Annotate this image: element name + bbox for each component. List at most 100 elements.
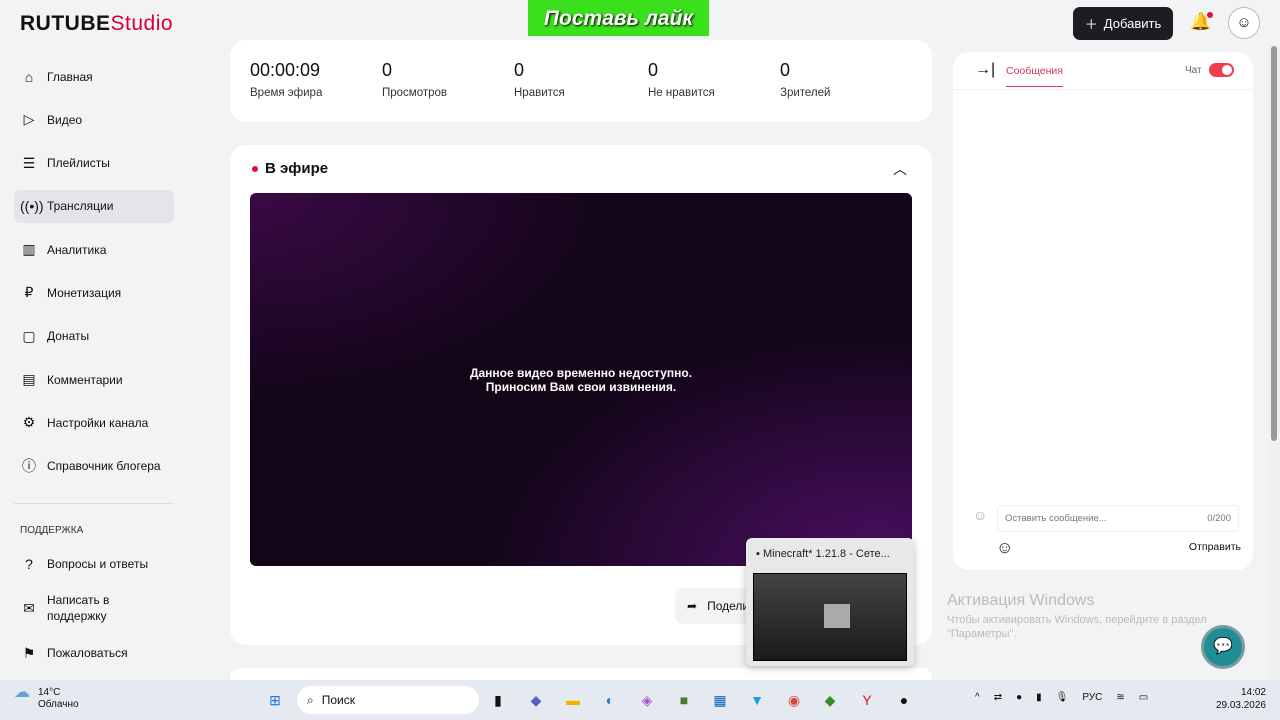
label: Плейлисты: [47, 156, 110, 171]
sidebar-item-broadcasts[interactable]: ((•)) Трансляции: [14, 189, 174, 223]
support-chat-button[interactable]: 💬: [1201, 625, 1245, 669]
label: Комментарии: [47, 372, 123, 387]
label: Видео: [47, 112, 83, 127]
stat-value: 0: [514, 60, 525, 80]
stat-value: 0: [648, 60, 659, 80]
avatar[interactable]: ☺: [1228, 7, 1260, 39]
yandex-browser-icon[interactable]: Y: [855, 688, 879, 712]
watermark-title: Активация Windows: [947, 592, 1095, 609]
chrome-icon[interactable]: ◉: [782, 688, 806, 712]
media-icon: ▮: [1036, 692, 1042, 703]
sidebar: ⌂ Главная ▷ Видео ☰ Плейлисты ((•)) Трансляц…: [14, 60, 174, 493]
rutube-studio-logo[interactable]: RUTUBEStudio: [20, 12, 173, 36]
sidebar-item-playlists[interactable]: ☰ Плейлисты: [14, 147, 174, 180]
sidebar-item-faq[interactable]: ? Вопросы и ответы: [14, 547, 174, 580]
divider: [14, 503, 174, 504]
store-icon[interactable]: ▦: [708, 688, 732, 712]
share-icon: ➦: [687, 599, 698, 613]
chat-panel: →| Сообщения Чат ☺ Оставить сообщение...…: [953, 52, 1253, 570]
search-icon: ⌕: [307, 692, 314, 707]
minecraft-launcher-icon[interactable]: ■: [672, 688, 696, 712]
label: Главная: [47, 69, 93, 84]
scrollbar-thumb[interactable]: [1271, 46, 1277, 441]
taskbar-preview-popup[interactable]: ▪ Minecraft* 1.21.8 - Сете...: [746, 538, 914, 666]
sidebar-item-report[interactable]: ⚑ Пожаловаться: [14, 637, 174, 670]
stat-label: Время эфира: [250, 87, 323, 99]
app-tray-icon: ●: [1016, 692, 1023, 703]
flag-icon: ⚑: [22, 644, 36, 661]
stat-label: Зрителей: [780, 87, 831, 99]
logo-text: RUTUBE: [20, 12, 111, 35]
stat-airtime: 00:00:09 Время эфира: [250, 60, 322, 99]
preview-thumbnail[interactable]: [753, 573, 907, 661]
home-icon: ⌂: [24, 68, 34, 85]
sidebar-item-contact-support[interactable]: ✉ Написать в поддержку: [14, 590, 174, 626]
stat-likes: 0 Нравится: [514, 60, 565, 99]
windows-activation-watermark: Активация Windows Чтобы активировать Wind…: [947, 592, 1237, 641]
sidebar-item-analytics[interactable]: ▥ Аналитика: [14, 233, 174, 266]
video-player[interactable]: Данное видео временно недоступно. Приноси…: [250, 193, 912, 566]
chat-toggle-label: Чат: [1185, 65, 1202, 76]
cloud-icon: ☁: [14, 684, 30, 701]
minecraft-icon[interactable]: ◆: [818, 688, 842, 712]
live-dot-icon: [252, 165, 258, 172]
support-menu: ? Вопросы и ответы ✉ Написать в поддержку …: [14, 547, 174, 680]
vpn-icon[interactable]: ▼: [745, 688, 769, 712]
taskbar-search[interactable]: ⌕ Поиск: [297, 686, 479, 714]
wifi-icon: ≋: [1116, 692, 1125, 703]
explorer-icon[interactable]: ▬: [561, 688, 585, 712]
battery-icon: ▭: [1138, 692, 1149, 703]
clock[interactable]: 14:02 29.03.2026: [1216, 686, 1266, 712]
donate-icon: ▢: [22, 327, 36, 344]
sidebar-item-home[interactable]: ⌂ Главная: [14, 60, 174, 93]
preview-title: ▪ Minecraft* 1.21.8 - Сете...: [756, 548, 890, 560]
chat-toggle[interactable]: [1209, 63, 1234, 77]
video-unavailable-text: Данное видео временно недоступно.: [469, 365, 693, 380]
system-tray[interactable]: ^ ⇄ ● ▮ 🎙 РУС ≋ ▭: [975, 692, 1148, 703]
tab-messages[interactable]: Сообщения: [1006, 65, 1063, 87]
label: Пожаловаться: [47, 646, 128, 661]
sidebar-item-monetization[interactable]: ₽ Монетизация: [14, 276, 174, 309]
add-button[interactable]: ＋ Добавить: [1073, 7, 1173, 40]
weather-widget[interactable]: ☁ 14°C Облачно: [14, 684, 79, 711]
teams-icon[interactable]: ◆: [524, 688, 548, 712]
mic-icon: 🎙: [1055, 692, 1069, 703]
question-icon: ?: [25, 555, 33, 572]
label: Донаты: [47, 329, 90, 344]
plus-icon: ＋: [1084, 17, 1098, 32]
live-title-text: В эфире: [265, 160, 329, 177]
sidebar-item-settings[interactable]: ⚙ Настройки канала: [14, 406, 174, 439]
live-title: В эфире: [252, 160, 328, 177]
stat-value: 00:00:09: [250, 60, 321, 80]
char-counter: 0/200: [1207, 513, 1231, 524]
stat-label: Нравится: [514, 87, 565, 99]
bell-icon[interactable]: 🔔: [1190, 12, 1214, 32]
collapse-panel-icon[interactable]: →|: [975, 61, 995, 79]
stats-card: 00:00:09 Время эфира 0 Просмотров 0 Нравитс…: [230, 40, 932, 122]
start-icon[interactable]: ⊞: [263, 688, 287, 712]
sidebar-item-video[interactable]: ▷ Видео: [14, 103, 174, 136]
date: 29.03.2026: [1215, 700, 1266, 711]
chart-icon: ▥: [22, 241, 36, 258]
stat-value: 0: [382, 60, 393, 80]
info-icon: ⓘ: [22, 458, 36, 475]
task-view-icon[interactable]: ▮: [486, 688, 510, 712]
emoji-icon[interactable]: ☺: [996, 538, 1013, 558]
ruble-icon: ₽: [24, 284, 34, 301]
sidebar-item-comments[interactable]: ▤ Комментарии: [14, 363, 174, 396]
label: Написать в поддержку: [47, 593, 110, 624]
taskbar: ☁ 14°C Облачно ⊞ ⌕ Поиск ▮ ◆ ▬ ◐ ◈ ■ ▦ ▼ ◉ …: [0, 680, 1280, 720]
stat-dislikes: 0 Не нравится: [648, 60, 715, 99]
logo-sub: Studio: [110, 12, 174, 35]
scrollbar[interactable]: [1268, 44, 1280, 680]
chevron-up-icon[interactable]: ︿: [893, 159, 907, 179]
obs-icon[interactable]: ●: [892, 688, 916, 712]
edge-icon[interactable]: ◐: [598, 688, 622, 712]
language-indicator: РУС: [1082, 692, 1103, 703]
send-button[interactable]: Отправить: [1189, 541, 1241, 553]
sidebar-item-guide[interactable]: ⓘ Справочник блогера: [14, 450, 174, 483]
sidebar-item-donates[interactable]: ▢ Донаты: [14, 320, 174, 353]
search-label: Поиск: [321, 693, 355, 707]
game-icon[interactable]: ◈: [635, 688, 659, 712]
message-input[interactable]: Оставить сообщение... 0/200: [997, 505, 1239, 532]
